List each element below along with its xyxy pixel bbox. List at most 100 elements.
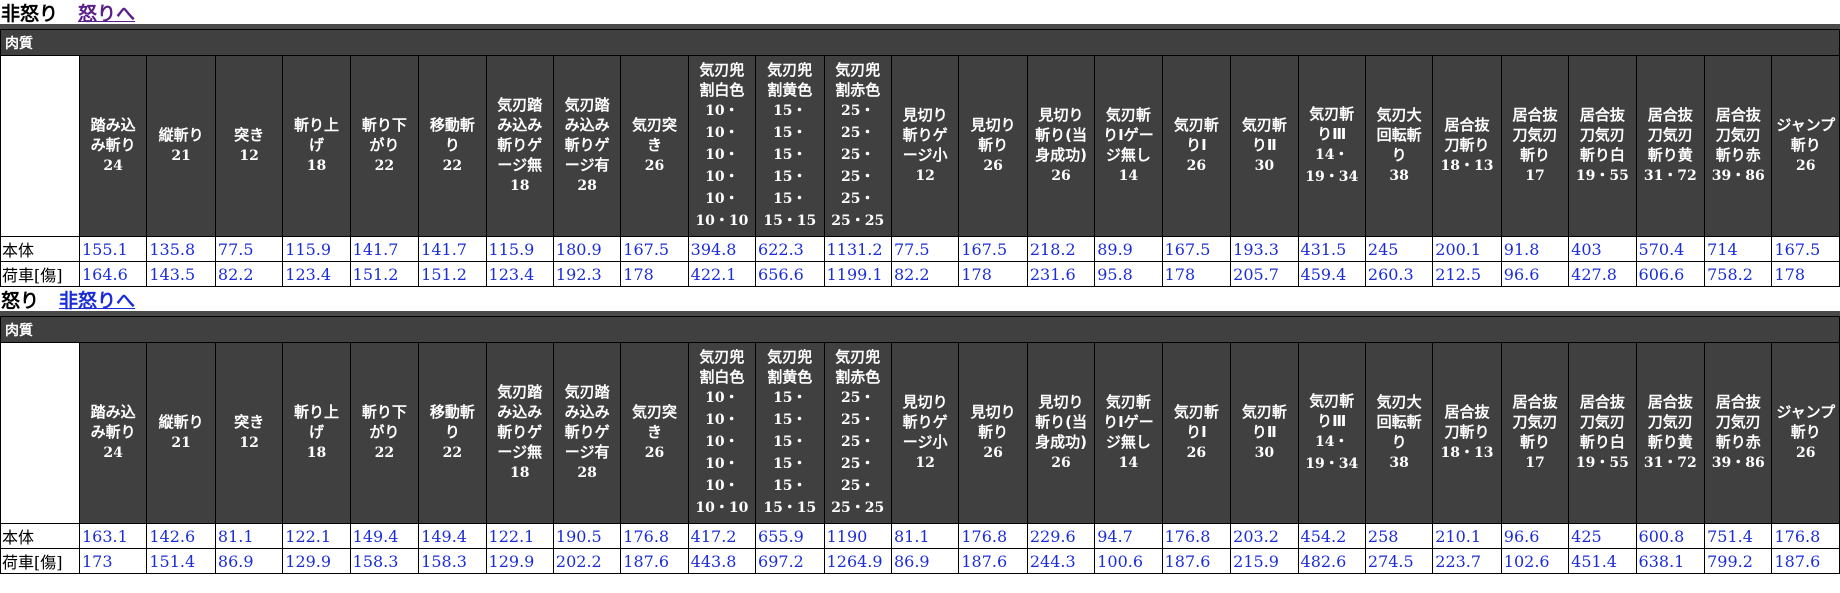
attack-name: ージ有 bbox=[564, 443, 610, 461]
damage-value: 431.5 bbox=[1297, 236, 1366, 262]
attack-name: き bbox=[646, 423, 662, 441]
attack-name: 居合抜 bbox=[1579, 393, 1625, 411]
attack-name: り bbox=[1391, 433, 1407, 451]
attack-name: 気刃斬 bbox=[1105, 393, 1151, 411]
column-header: 気刃斬 りIゲー ジ無し 14 bbox=[1094, 342, 1163, 524]
motion-value: 26 bbox=[983, 158, 1003, 174]
attack-name: 割黄色 bbox=[767, 81, 813, 99]
column-header: 縦斬り 21 bbox=[146, 342, 216, 524]
column-header: 居合抜 刀斬り 18・13 bbox=[1432, 342, 1502, 524]
damage-value: 606.6 bbox=[1635, 261, 1706, 287]
damage-value: 210.1 bbox=[1432, 523, 1502, 549]
motion-value: 26 bbox=[1795, 445, 1816, 461]
attack-name: ジャンプ bbox=[1776, 403, 1836, 421]
column-header: 居合抜 刀斬り 18・13 bbox=[1432, 55, 1502, 237]
section-jump-link[interactable]: 怒りへ bbox=[78, 0, 135, 26]
attack-name: 見切り bbox=[970, 116, 1016, 134]
attack-name: 刀斬り bbox=[1444, 136, 1490, 154]
motion-value: 14 bbox=[1118, 455, 1139, 471]
attack-name: りIゲー bbox=[1103, 126, 1154, 144]
damage-value: 193.3 bbox=[1230, 236, 1299, 262]
attack-name: 見切り bbox=[970, 403, 1016, 421]
attack-name: 気刃斬 bbox=[1241, 403, 1287, 421]
attack-name: 斬り(当 bbox=[1035, 413, 1087, 431]
damage-value: 758.2 bbox=[1704, 261, 1773, 287]
damage-value: 167.5 bbox=[1161, 236, 1232, 262]
motion-value: 31・72 bbox=[1643, 168, 1697, 184]
attack-name: み斬り bbox=[90, 423, 136, 441]
motion-value: 21 bbox=[171, 148, 191, 164]
motion-value: 38 bbox=[1389, 168, 1409, 184]
damage-value: 212.5 bbox=[1432, 261, 1502, 287]
attack-name: 居合抜 bbox=[1647, 393, 1693, 411]
attack-name: 気刃斬 bbox=[1309, 392, 1355, 410]
motion-value: 22 bbox=[374, 445, 395, 461]
damage-value: 187.6 bbox=[958, 548, 1028, 574]
attack-name: り bbox=[444, 136, 460, 154]
motion-value: 22 bbox=[442, 445, 463, 461]
attack-name: 踏み込 bbox=[90, 116, 136, 134]
column-header: 気刃斬 りI 26 bbox=[1161, 55, 1232, 237]
row-label: 荷車[傷] bbox=[0, 548, 80, 574]
damage-value: 149.4 bbox=[418, 523, 487, 549]
motion-value: 10・ bbox=[705, 103, 739, 119]
motion-value: 26 bbox=[983, 445, 1003, 461]
damage-value: 151.4 bbox=[146, 548, 216, 574]
damage-value: 202.2 bbox=[552, 548, 622, 574]
motion-value: 18 bbox=[509, 465, 530, 481]
attack-name: 気刃斬 bbox=[1105, 106, 1151, 124]
motion-value: 12 bbox=[239, 148, 259, 164]
attack-name: りI bbox=[1186, 423, 1207, 441]
attack-name: 気刃踏 bbox=[497, 96, 543, 114]
damage-value: 178 bbox=[620, 261, 689, 287]
column-header: 斬り上げ 18 bbox=[282, 342, 351, 524]
table-caption: 肉質 bbox=[0, 29, 1840, 56]
motion-value: 25・ bbox=[841, 191, 875, 207]
damage-value: 190.5 bbox=[552, 523, 622, 549]
attack-name: 斬りゲ bbox=[497, 136, 543, 154]
attack-name: 縦斬り bbox=[158, 413, 204, 431]
column-header: 気刃大 回転斬り 38 bbox=[1364, 342, 1434, 524]
column-header: 気刃兜 割黄色 15・ 15・ 15・ 15・ 15・ 15・15 bbox=[755, 55, 825, 237]
damage-value: 600.8 bbox=[1635, 523, 1706, 549]
damage-value: 151.2 bbox=[349, 261, 420, 287]
column-header-row: 踏み込 み斬り 24 縦斬り 21 突き 12 斬り上げ 18 斬り下 がり 22 移動斬り 22 気刃踏み… bbox=[0, 55, 1840, 237]
damage-value: 77.5 bbox=[890, 236, 960, 262]
damage-value: 115.9 bbox=[282, 236, 351, 262]
damage-value: 570.4 bbox=[1635, 236, 1706, 262]
attack-name: 割黄色 bbox=[767, 368, 813, 386]
damage-value: 167.5 bbox=[620, 236, 689, 262]
attack-name: 気刃斬 bbox=[1309, 105, 1355, 123]
attack-name: げ bbox=[308, 136, 324, 154]
damage-value: 187.6 bbox=[620, 548, 689, 574]
motion-value: 17 bbox=[1525, 455, 1545, 471]
damage-value: 176.8 bbox=[958, 523, 1028, 549]
motion-value: 19・55 bbox=[1575, 168, 1629, 184]
motion-value: 15・ bbox=[773, 191, 807, 207]
motion-value: 10・ bbox=[705, 456, 739, 472]
damage-value: 102.6 bbox=[1500, 548, 1570, 574]
column-header: 踏み込 み斬り 24 bbox=[78, 55, 148, 237]
table-row: 荷車[傷] 164.6 143.5 82.2 123.4 151.2 151.2 123.4 1… bbox=[0, 261, 1840, 287]
motion-value: 12 bbox=[239, 435, 259, 451]
attack-name: り bbox=[444, 423, 460, 441]
attack-name: ージ小 bbox=[902, 146, 948, 164]
damage-value: 158.3 bbox=[349, 548, 420, 574]
motion-value: 18 bbox=[509, 178, 530, 194]
motion-value: 28 bbox=[577, 178, 597, 194]
motion-value: 25・ bbox=[841, 169, 875, 185]
attack-name: 移動斬 bbox=[429, 403, 475, 421]
motion-value: 18 bbox=[306, 158, 327, 174]
section-jump-link[interactable]: 非怒りへ bbox=[59, 286, 135, 313]
column-header: 気刃踏 み込み 斬りゲ ージ有 28 bbox=[552, 342, 622, 524]
table-row: 本体 163.1 142.6 81.1 122.1 149.4 149.4 122.1 190.… bbox=[0, 523, 1840, 549]
motion-value: 26 bbox=[644, 445, 665, 461]
motion-value: 12 bbox=[915, 168, 935, 184]
attack-name: 気刃大 bbox=[1376, 393, 1422, 411]
motion-value: 15・15 bbox=[763, 213, 817, 229]
damage-value: 164.6 bbox=[78, 261, 148, 287]
damage-value: 94.7 bbox=[1094, 523, 1163, 549]
damage-value: 96.6 bbox=[1500, 261, 1570, 287]
motion-value: 38 bbox=[1389, 455, 1409, 471]
row-label: 本体 bbox=[0, 236, 80, 262]
